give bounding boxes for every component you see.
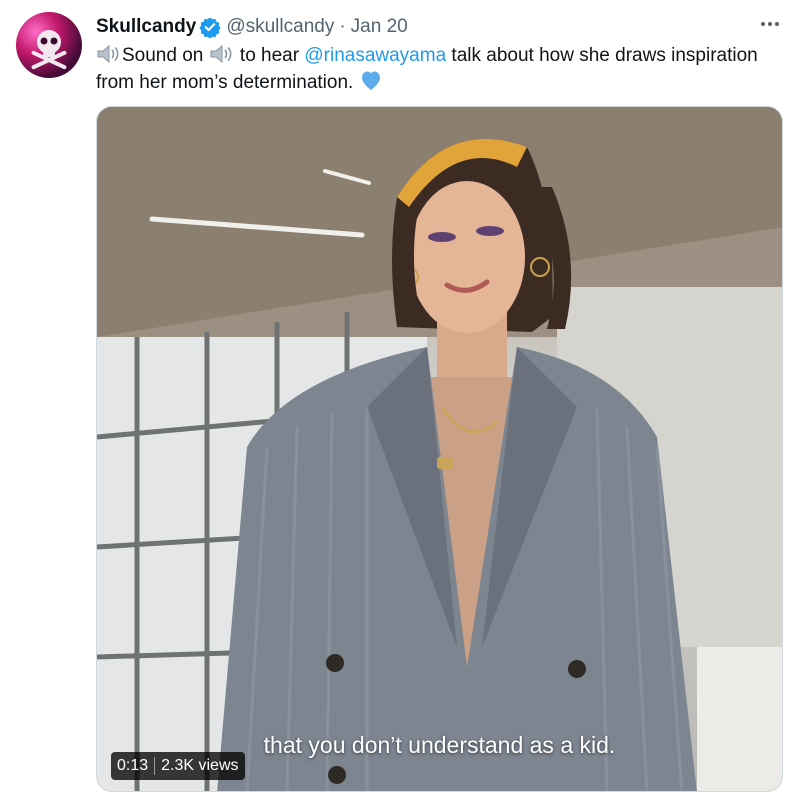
badge-divider xyxy=(154,757,156,775)
blue-heart-icon xyxy=(361,71,380,90)
tweet-header: Skullcandy @skullcandy · Jan 20 xyxy=(96,14,408,40)
more-options-icon[interactable] xyxy=(756,12,784,36)
speaker-icon xyxy=(210,44,232,64)
avatar[interactable] xyxy=(16,12,82,78)
mention-link[interactable]: @rinasawayama xyxy=(304,45,446,66)
handle[interactable]: @skullcandy xyxy=(226,16,334,38)
video-frame xyxy=(97,107,782,791)
verified-badge-icon xyxy=(199,17,221,38)
video-stats-badge: 0:13 2.3K views xyxy=(111,752,245,780)
text-part-2: to hear xyxy=(234,45,305,66)
skull-logo-icon xyxy=(31,30,67,70)
video-duration: 0:13 xyxy=(117,757,149,774)
tweet-text: Sound on to hear @rinasawayama talk abou… xyxy=(96,42,786,96)
video-player[interactable]: that you don’t understand as a kid. 0:13… xyxy=(96,106,783,792)
display-name[interactable]: Skullcandy xyxy=(96,16,196,38)
text-part-1: Sound on xyxy=(122,45,204,66)
speaker-icon xyxy=(97,44,119,64)
separator: · xyxy=(339,16,346,37)
tweet: Skullcandy @skullcandy · Jan 20 Sound on… xyxy=(0,0,801,808)
timestamp[interactable]: Jan 20 xyxy=(351,16,408,38)
video-views: 2.3K views xyxy=(161,757,239,774)
